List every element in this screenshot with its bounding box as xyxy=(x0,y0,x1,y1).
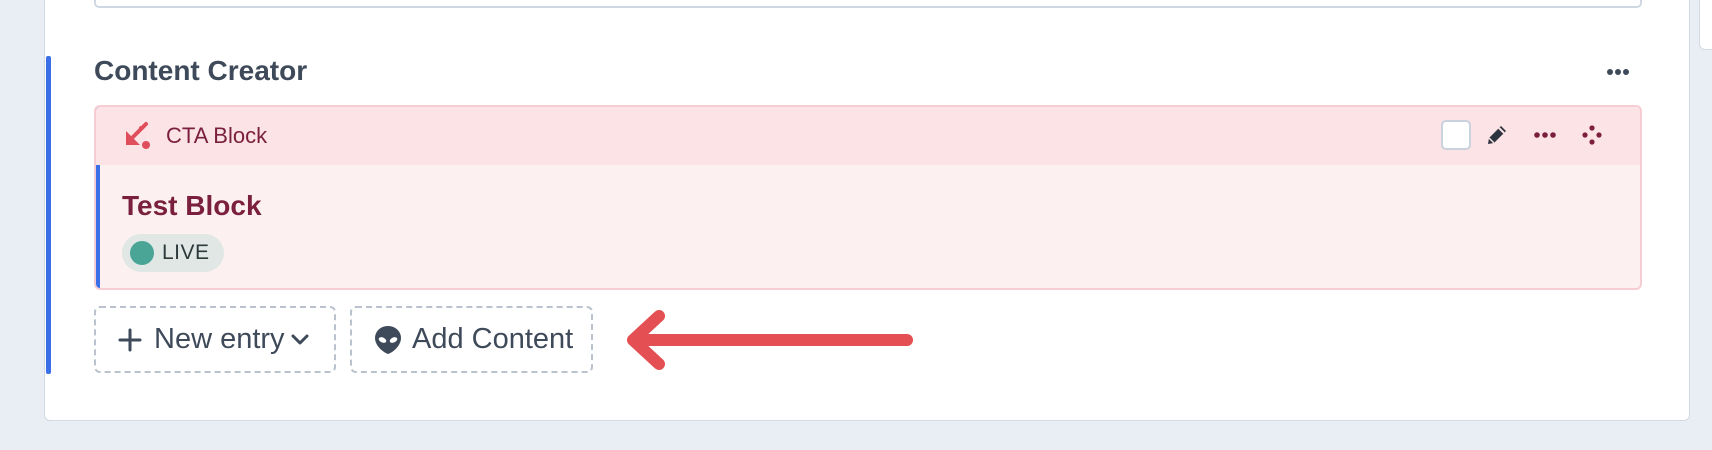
plus-icon xyxy=(118,328,142,351)
block-title: Test Block xyxy=(122,190,262,221)
cta-arrow-icon xyxy=(126,122,150,149)
status-label: LIVE xyxy=(162,241,210,264)
move-handle[interactable] xyxy=(1574,117,1610,153)
edit-button[interactable] xyxy=(1479,117,1515,153)
field-label: Content Creator xyxy=(94,55,308,86)
alien-icon xyxy=(375,325,401,354)
edit-icon xyxy=(1488,126,1506,144)
status-badge: LIVE xyxy=(122,234,224,272)
add-content-label: Add Content xyxy=(412,323,574,355)
annotation-arrow-icon xyxy=(627,310,913,370)
move-icon xyxy=(1582,125,1602,145)
ellipsis-icon xyxy=(1534,132,1556,138)
chevron-down-icon xyxy=(291,334,309,344)
block-header: CTA Block xyxy=(96,107,1640,165)
previous-field-input[interactable] xyxy=(94,0,1642,8)
new-entry-button[interactable]: New entry xyxy=(94,306,336,373)
field-accent-bar xyxy=(46,56,51,374)
scrollbar-stub[interactable] xyxy=(1699,0,1712,50)
block-card[interactable]: CTA Block Test Block LIVE xyxy=(94,105,1642,290)
add-content-button[interactable]: Add Content xyxy=(350,306,593,373)
block-actions-button[interactable] xyxy=(1527,117,1563,153)
block-type-label: CTA Block xyxy=(166,123,268,148)
new-entry-label: New entry xyxy=(154,323,285,355)
select-checkbox[interactable] xyxy=(1441,120,1471,150)
ellipsis-icon xyxy=(1607,69,1629,75)
status-live-dot xyxy=(130,241,154,265)
field-actions-button[interactable] xyxy=(1598,58,1638,86)
